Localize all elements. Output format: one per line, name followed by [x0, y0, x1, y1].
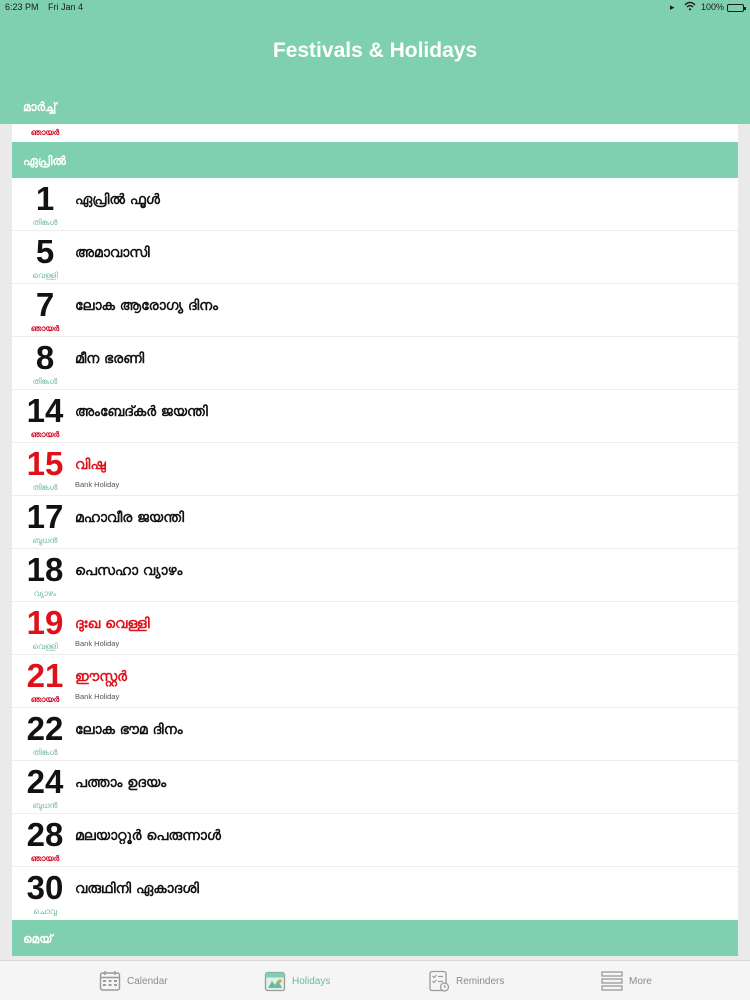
reminders-icon [429, 970, 450, 992]
list-item[interactable]: 22 തിങ്കൾ ലോക ഭൗമ ദിനം [12, 708, 738, 761]
tab-label: Reminders [456, 975, 505, 987]
festival-title: ഏപ്രിൽ ഫൂൾ [75, 192, 160, 208]
section-header-march: മാർച്ച് [0, 86, 750, 124]
day-number: 21 [26, 657, 64, 694]
section-label: ഏപ്രിൽ [23, 154, 66, 168]
weekday-label: തിങ്കൾ [32, 218, 58, 227]
weekday-label: ഞായർ [30, 128, 60, 137]
signal-icon: ▸ [670, 2, 675, 12]
tab-label: Holidays [292, 975, 331, 987]
weekday-label: തിങ്കൾ [32, 483, 58, 492]
april-list: 1 തിങ്കൾ ഏപ്രിൽ ഫൂൾ 5 വെള്ളി അമാവാസി 7 ഞ… [12, 178, 738, 920]
day-number: 15 [26, 445, 64, 482]
holiday-list[interactable]: മാർച്ച് ഞായർ ഏപ്രിൽ 1 തിങ്കൾ ഏപ്രിൽ ഫൂൾ … [0, 86, 750, 960]
festival-title: വരുഥിനി ഏകാദശി [75, 881, 199, 897]
battery-icon [727, 4, 746, 12]
list-item[interactable]: 19 വെള്ളി ദുഃഖ വെള്ളി Bank Holiday [12, 602, 738, 655]
festival-title: മഹാവീര ജയന്തി [75, 510, 185, 526]
festival-title: അംബേദ്കർ ജയന്തി [75, 404, 208, 420]
list-item[interactable]: 24 ബുധൻ പത്താം ഉദയം [12, 761, 738, 814]
festival-title: ലോക ഭൗമ ദിനം [75, 722, 183, 738]
status-bar: 6:23 PM Fri Jan 4 ▸ 100% [0, 0, 750, 16]
tab-calendar[interactable]: Calendar [99, 961, 168, 1000]
list-item[interactable]: 21 ഞായർ ഈസ്റ്റർ Bank Holiday [12, 655, 738, 708]
festival-title: അമാവാസി [75, 245, 150, 261]
section-header-april: ഏപ്രിൽ [12, 142, 738, 178]
weekday-label: ഞായർ [30, 695, 60, 704]
list-item[interactable]: 7 ഞായർ ലോക ആരോഗ്യ ദിനം [12, 284, 738, 337]
section-header-may: മെയ് [12, 920, 738, 956]
status-time: 6:23 PM [5, 2, 39, 12]
wifi-icon [684, 1, 696, 13]
section-label: മെയ് [23, 932, 53, 946]
tab-reminders[interactable]: Reminders [428, 961, 504, 1000]
section-label: മാർച്ച് [23, 100, 57, 114]
weekday-label: ഞായർ [30, 324, 60, 333]
battery-percent: 100% [701, 2, 725, 12]
weekday-label: ഞായർ [30, 430, 60, 439]
day-number: 24 [26, 763, 64, 800]
bank-holiday-label: Bank Holiday [75, 639, 120, 648]
weekday-label: തിങ്കൾ [32, 377, 58, 386]
weekday-label: ബുധൻ [32, 801, 58, 810]
page-title: Festivals & Holidays [272, 39, 478, 62]
day-number: 19 [26, 604, 64, 641]
weekday-label: ബുധൻ [32, 536, 58, 545]
day-number: 28 [26, 816, 64, 853]
day-number: 7 [35, 286, 55, 323]
more-icon [601, 971, 623, 991]
weekday-label: ചൊവ്വ [33, 907, 57, 916]
weekday-label: വ്യാഴം [33, 589, 57, 598]
tab-bar: Calendar Holidays Reminders More [0, 960, 750, 1000]
festival-title: മീന ഭരണി [75, 351, 145, 367]
list-item[interactable]: 15 തിങ്കൾ വിഷു Bank Holiday [12, 443, 738, 496]
festival-title: മലയാറ്റൂർ പെരുന്നാൾ [75, 828, 221, 844]
list-item[interactable]: 28 ഞായർ മലയാറ്റൂർ പെരുന്നാൾ [12, 814, 738, 867]
list-item[interactable]: ഞായർ [12, 124, 738, 142]
list-item[interactable]: 8 തിങ്കൾ മീന ഭരണി [12, 337, 738, 390]
holidays-icon [264, 971, 286, 992]
tab-label: Calendar [127, 975, 168, 987]
day-number: 30 [26, 869, 64, 906]
list-item[interactable]: 18 വ്യാഴം പെസഹാ വ്യാഴം [12, 549, 738, 602]
festival-title: ദുഃഖ വെള്ളി [75, 616, 150, 632]
calendar-icon [99, 971, 121, 991]
bank-holiday-label: Bank Holiday [75, 692, 120, 701]
list-item[interactable]: 17 ബുധൻ മഹാവീര ജയന്തി [12, 496, 738, 549]
festival-title: പത്താം ഉദയം [75, 775, 167, 791]
day-number: 22 [26, 710, 64, 747]
weekday-label: ഞായർ [30, 854, 60, 863]
tab-label: More [629, 975, 652, 987]
weekday-label: വെള്ളി [32, 642, 58, 651]
day-number: 1 [35, 180, 55, 217]
list-item[interactable]: 1 തിങ്കൾ ഏപ്രിൽ ഫൂൾ [12, 178, 738, 231]
status-date: Fri Jan 4 [48, 2, 84, 12]
list-item[interactable]: 5 വെള്ളി അമാവാസി [12, 231, 738, 284]
nav-bar: Festivals & Holidays [0, 16, 750, 86]
day-number: 5 [35, 233, 55, 270]
weekday-label: വെള്ളി [32, 271, 58, 280]
day-number: 8 [35, 339, 55, 376]
tab-more[interactable]: More [601, 961, 652, 1000]
festival-title: പെസഹാ വ്യാഴം [75, 563, 183, 579]
day-number: 14 [26, 392, 64, 429]
bank-holiday-label: Bank Holiday [75, 480, 120, 489]
festival-title: ലോക ആരോഗ്യ ദിനം [75, 298, 218, 314]
list-item[interactable]: 30 ചൊവ്വ വരുഥിനി ഏകാദശി [12, 867, 738, 920]
list-item[interactable]: 14 ഞായർ അംബേദ്കർ ജയന്തി [12, 390, 738, 443]
day-number: 18 [26, 551, 64, 588]
tab-holidays[interactable]: Holidays [264, 961, 330, 1000]
festival-title: ഈസ്റ്റർ [75, 669, 127, 685]
weekday-label: തിങ്കൾ [32, 748, 58, 757]
festival-title: വിഷു [75, 457, 106, 473]
day-number: 17 [26, 498, 64, 535]
